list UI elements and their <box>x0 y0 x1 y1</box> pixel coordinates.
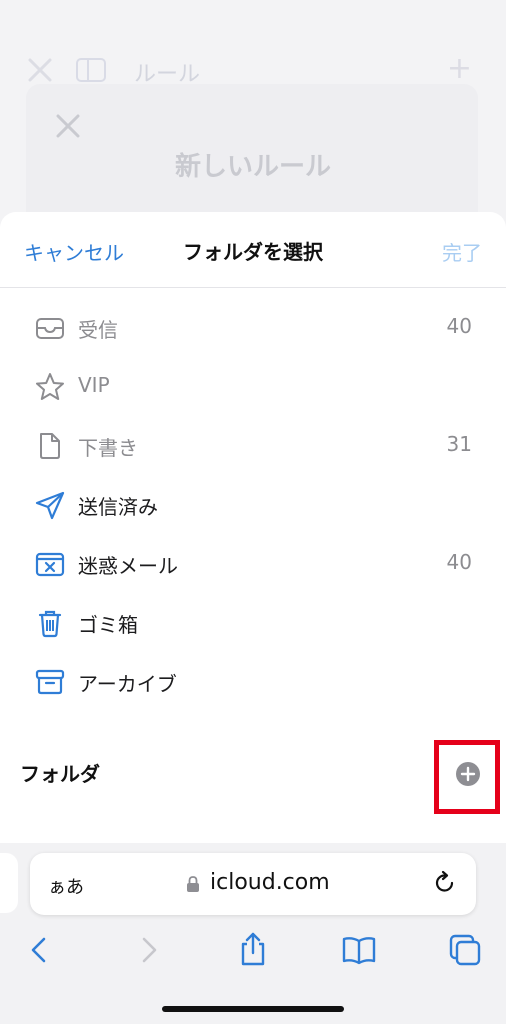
folder-row-archive[interactable]: アーカイブ <box>0 654 506 710</box>
folder-label: ゴミ箱 <box>78 613 138 637</box>
folder-row-inbox[interactable]: 受信 40 <box>0 300 506 356</box>
plus-circle-icon[interactable] <box>455 761 481 787</box>
lock-icon <box>187 876 199 892</box>
close-icon <box>56 114 80 138</box>
sidebar-icon <box>76 58 106 82</box>
bookmarks-icon[interactable] <box>340 931 378 969</box>
background-card-title: 新しいルール <box>174 152 331 182</box>
archive-icon <box>35 669 65 695</box>
folder-count: 40 <box>446 314 472 338</box>
sent-icon <box>35 491 65 520</box>
browser-bottom-bar: ぁあ icloud.com <box>0 843 506 1024</box>
sheet-title: フォルダを選択 <box>183 240 323 264</box>
back-icon[interactable] <box>20 931 58 969</box>
folder-row-junk[interactable]: 迷惑メール 40 <box>0 536 506 592</box>
home-indicator <box>162 1006 344 1012</box>
address-bar[interactable]: ぁあ icloud.com <box>30 853 476 915</box>
folder-label: VIP <box>78 373 110 397</box>
screen: ルール + 新しいルール キャンセル フォルダを選択 完了 受信 40 VIP … <box>0 0 506 1024</box>
folder-count: 31 <box>446 432 472 456</box>
share-icon[interactable] <box>234 931 272 969</box>
url-text: icloud.com <box>210 870 330 895</box>
forward-icon[interactable] <box>130 931 168 969</box>
draft-icon <box>40 433 60 459</box>
tabs-icon[interactable] <box>446 931 484 969</box>
junk-icon <box>35 552 65 577</box>
folder-row-sent[interactable]: 送信済み <box>0 477 506 533</box>
folder-label: 下書き <box>78 436 138 460</box>
folder-row-vip[interactable]: VIP <box>0 359 506 415</box>
folder-label: 送信済み <box>78 495 158 519</box>
close-icon <box>28 58 52 82</box>
inbox-icon <box>36 318 64 339</box>
folder-label: 迷惑メール <box>78 554 178 578</box>
plus-icon: + <box>446 51 472 86</box>
trash-icon <box>38 610 62 638</box>
reload-icon[interactable] <box>432 870 458 896</box>
page-settings-button[interactable]: ぁあ <box>48 873 84 899</box>
folder-row-drafts[interactable]: 下書き 31 <box>0 418 506 474</box>
done-button[interactable]: 完了 <box>442 237 482 266</box>
folder-label: アーカイブ <box>78 672 177 696</box>
previous-tab-preview[interactable] <box>0 853 18 913</box>
folder-count: 40 <box>446 550 472 574</box>
folder-label: 受信 <box>78 318 118 342</box>
folder-row-trash[interactable]: ゴミ箱 <box>0 595 506 651</box>
star-icon <box>36 373 64 400</box>
folders-section-title: フォルダ <box>20 762 100 786</box>
sheet-header: キャンセル フォルダを選択 完了 <box>0 212 506 288</box>
folder-picker-sheet: キャンセル フォルダを選択 完了 受信 40 VIP 下書き 31 送信済み 迷… <box>0 212 506 852</box>
